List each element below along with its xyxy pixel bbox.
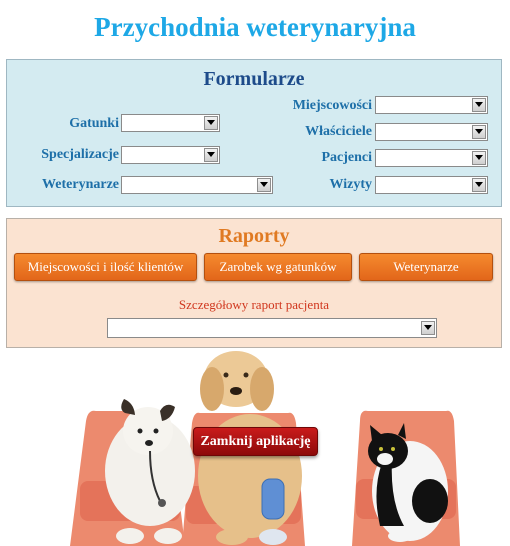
earnings-by-species-button[interactable]: Zarobek wg gatunków <box>204 253 352 281</box>
patients-label: Pacjenci <box>321 150 372 165</box>
chevron-down-icon[interactable] <box>204 116 218 130</box>
veterinarians-report-button[interactable]: Weterynarze <box>359 253 493 281</box>
chevron-down-icon[interactable] <box>472 125 486 139</box>
visits-label: Wizyty <box>329 177 372 192</box>
veterinarians-label: Weterynarze <box>42 177 119 192</box>
towns-clients-report-button[interactable]: Miejscowości i ilość klientów <box>14 253 197 281</box>
species-label: Gatunki <box>69 116 119 131</box>
species-combo[interactable] <box>121 114 220 132</box>
owners-label: Właściciele <box>305 124 372 139</box>
visits-combo[interactable] <box>375 176 488 194</box>
towns-label: Miejscowości <box>292 98 372 113</box>
chevron-down-icon[interactable] <box>421 321 435 335</box>
patients-combo[interactable] <box>375 149 488 167</box>
chevron-down-icon[interactable] <box>204 148 218 162</box>
chevron-down-icon[interactable] <box>472 178 486 192</box>
veterinarians-combo[interactable] <box>121 176 273 194</box>
chevron-down-icon[interactable] <box>472 98 486 112</box>
reports-panel: Raporty Miejscowości i ilość klientów Za… <box>6 218 502 348</box>
patient-report-label: Szczegółowy raport pacjenta <box>178 297 330 312</box>
patient-report-combo[interactable] <box>107 318 437 338</box>
chevron-down-icon[interactable] <box>472 151 486 165</box>
owners-combo[interactable] <box>375 123 488 141</box>
forms-heading: Formularze <box>203 68 305 90</box>
forms-panel: Formularze Gatunki Specjalizacje Weteryn… <box>6 59 502 207</box>
close-app-button[interactable]: Zamknij aplikację <box>193 427 318 456</box>
specializations-combo[interactable] <box>121 146 220 164</box>
specializations-label: Specjalizacje <box>41 147 119 162</box>
towns-combo[interactable] <box>375 96 488 114</box>
reports-heading: Raporty <box>218 225 290 247</box>
app-title: Przychodnia weterynaryjna <box>94 12 416 42</box>
